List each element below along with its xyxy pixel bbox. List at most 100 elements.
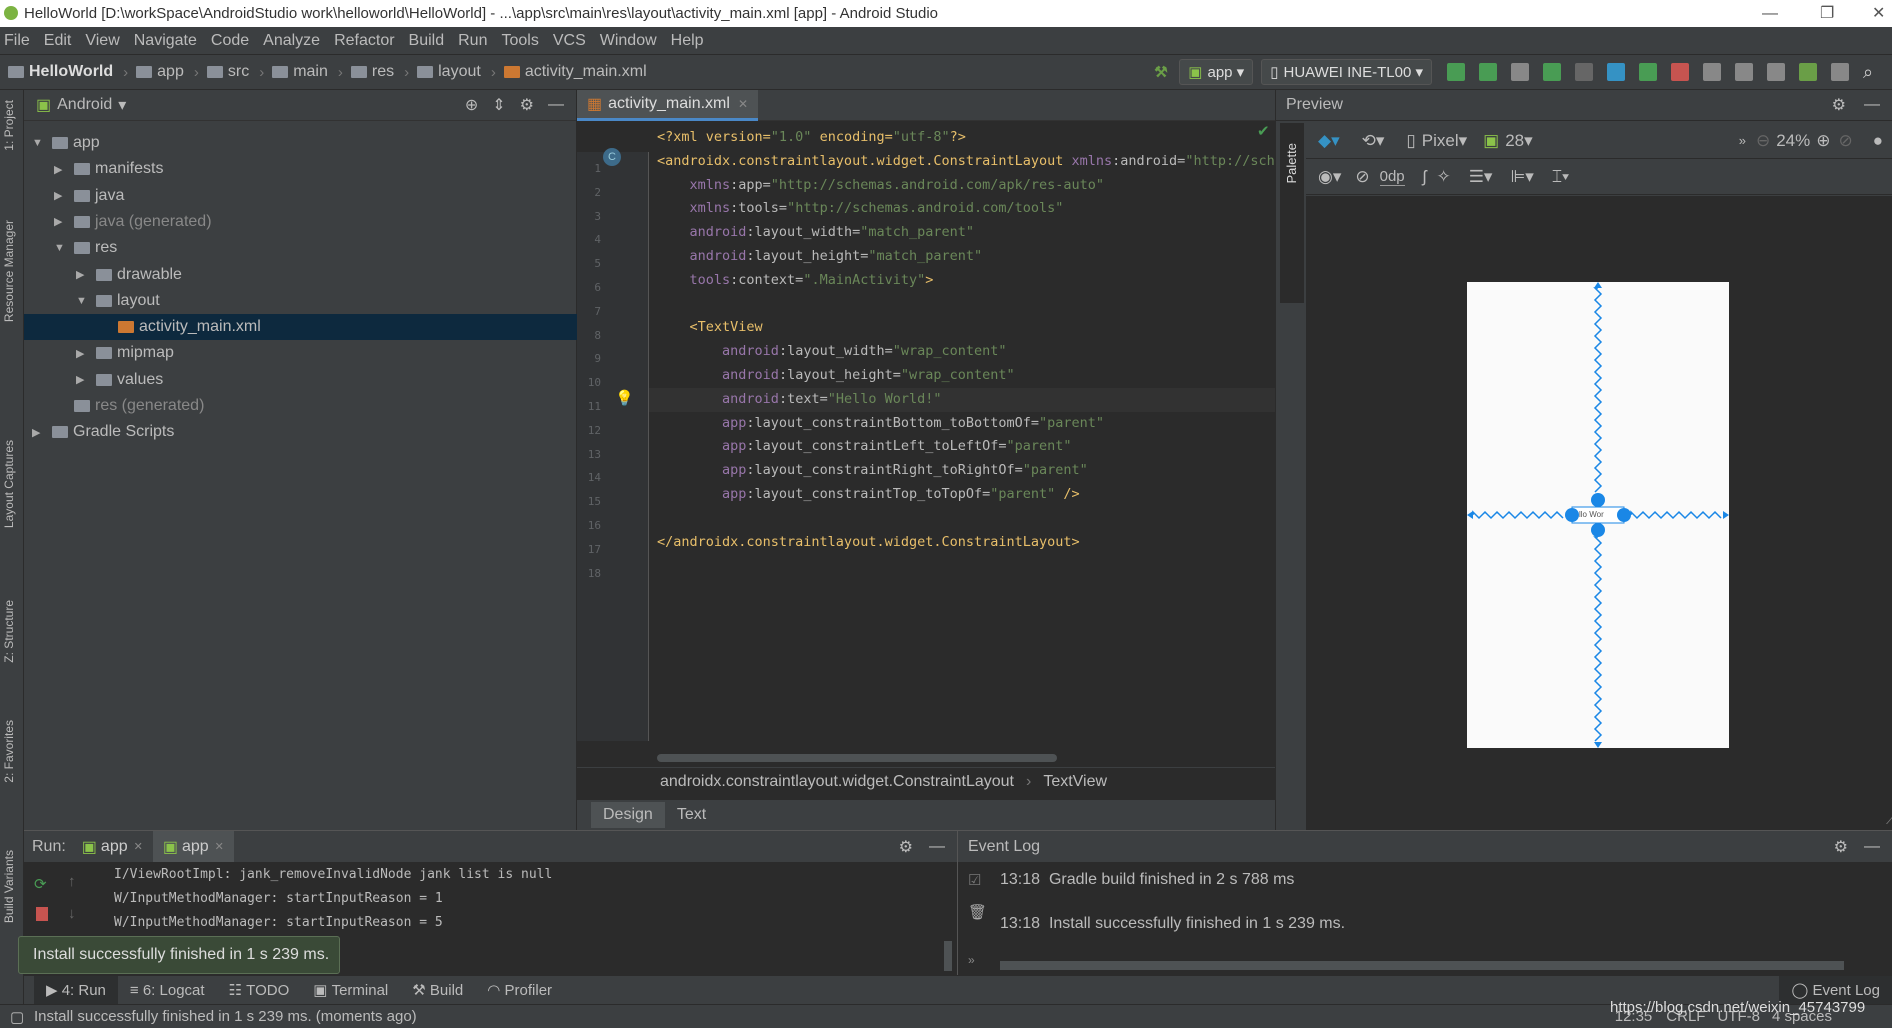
horizontal-scrollbar[interactable] <box>657 754 1057 762</box>
tool-window-todo[interactable]: ☷ TODO <box>217 976 302 1005</box>
pack-icon[interactable]: ☰▾ <box>1469 167 1493 187</box>
gear-icon[interactable]: ⚙ <box>520 95 534 115</box>
device-file-explorer-icon[interactable] <box>1831 63 1849 81</box>
design-canvas[interactable]: llo Wor ⟋ <box>1306 196 1892 830</box>
gear-icon[interactable]: ⚙ <box>1832 95 1846 115</box>
menu-window[interactable]: Window <box>600 32 657 50</box>
breadcrumb-textview[interactable]: TextView <box>1043 773 1107 791</box>
tree-item[interactable]: ▼ res <box>24 235 577 261</box>
run-tab-app-1[interactable]: ▣ app ✕ <box>72 831 153 862</box>
tree-item[interactable]: activity_main.xml <box>24 314 577 341</box>
rerun-icon[interactable]: ⟳ <box>34 875 47 893</box>
resize-handle-icon[interactable]: ⟋ <box>1886 811 1892 828</box>
design-surface-icon[interactable]: ◆▾ <box>1318 131 1340 151</box>
menu-help[interactable]: Help <box>671 32 704 50</box>
close-icon[interactable]: ✕ <box>134 840 143 853</box>
event-log-scrollbar[interactable] <box>1000 961 1844 970</box>
menu-refactor[interactable]: Refactor <box>334 32 394 50</box>
tree-item[interactable]: ▶ manifests <box>24 156 577 182</box>
toggle-tool-windows-icon[interactable]: ▢ <box>10 1008 24 1026</box>
gear-icon[interactable]: ⚙ <box>899 837 913 857</box>
more-icon[interactable]: » <box>1739 133 1746 148</box>
tree-item[interactable]: ▶ Gradle Scripts <box>24 419 577 445</box>
collapsed-arrow-icon[interactable]: ▶ <box>54 163 68 176</box>
profile-icon[interactable] <box>1575 63 1593 81</box>
tree-item[interactable]: ▶ java <box>24 183 577 209</box>
lightbulb-icon[interactable]: 💡 <box>615 389 634 407</box>
collapsed-arrow-icon[interactable]: ▶ <box>76 373 90 386</box>
orientation-icon[interactable]: ⟲▾ <box>1362 131 1385 151</box>
collapse-icon[interactable]: ⇕ <box>492 95 505 115</box>
profiler-icon[interactable] <box>1607 63 1625 81</box>
warnings-icon[interactable]: ● <box>1873 131 1883 151</box>
device-dropdown[interactable]: Pixel <box>1422 131 1459 151</box>
hide-icon[interactable]: — <box>548 96 564 114</box>
zoom-fit-icon[interactable]: ⊘ <box>1838 131 1852 151</box>
zoom-out-icon[interactable]: ⊖ <box>1756 131 1770 151</box>
stop-icon[interactable] <box>36 907 48 921</box>
structure-tool-button[interactable]: Z: Structure <box>2 600 16 663</box>
apply-changes-icon[interactable] <box>1447 63 1465 81</box>
code-editor[interactable]: 1 2 3 4 5 6 7 8 9 10 11 12 13 14 15 16 17 18 <?xml versio… <box>577 121 1275 741</box>
tree-item[interactable]: ▼ app <box>24 130 577 156</box>
avd-manager-icon[interactable] <box>1735 63 1753 81</box>
trash-icon[interactable]: 🗑 <box>968 903 987 921</box>
hammer-build-icon[interactable]: ⚒ <box>1154 63 1172 81</box>
tree-item[interactable]: ▶ java (generated) <box>24 209 577 235</box>
autoconnect-icon[interactable]: ⊘ <box>1355 167 1369 187</box>
menu-code[interactable]: Code <box>211 32 249 50</box>
mark-read-icon[interactable]: ☑ <box>968 871 981 889</box>
minimize-button[interactable]: — <box>1762 0 1778 27</box>
gear-icon[interactable]: ⚙ <box>1834 837 1848 857</box>
project-structure-icon[interactable] <box>1703 63 1721 81</box>
coverage-icon[interactable] <box>1511 63 1529 81</box>
up-arrow-icon[interactable]: ↑ <box>68 873 76 890</box>
hide-icon[interactable]: — <box>1864 96 1880 114</box>
expand-icon[interactable]: » <box>968 953 975 967</box>
menu-run[interactable]: Run <box>458 32 487 50</box>
hide-icon[interactable]: — <box>929 838 945 856</box>
notification-balloon[interactable]: Install successfully finished in 1 s 239… <box>18 936 340 974</box>
expanded-arrow-icon[interactable]: ▼ <box>76 295 90 307</box>
project-view-dropdown[interactable]: Android <box>57 96 112 114</box>
menu-vcs[interactable]: VCS <box>553 32 586 50</box>
collapsed-arrow-icon[interactable]: ▶ <box>32 426 46 439</box>
breadcrumb-item[interactable]: app <box>136 63 184 81</box>
close-button[interactable]: ✕ <box>1872 0 1885 27</box>
resource-manager-tool-button[interactable]: Resource Manager <box>2 220 16 322</box>
tab-design[interactable]: Design <box>591 802 665 828</box>
sync-gradle-icon[interactable] <box>1767 63 1785 81</box>
maximize-button[interactable]: ❐ <box>1820 0 1834 27</box>
locate-icon[interactable]: ⊕ <box>465 95 478 115</box>
breadcrumb-item[interactable]: res <box>350 63 394 81</box>
breadcrumb-item[interactable]: HelloWorld <box>8 63 113 81</box>
run-scrollbar[interactable] <box>944 941 952 971</box>
tool-window-build[interactable]: ⚒ Build <box>400 976 475 1005</box>
class-gutter-icon[interactable]: C <box>603 148 621 166</box>
debug-icon[interactable] <box>1543 63 1561 81</box>
down-arrow-icon[interactable]: ↓ <box>68 905 76 922</box>
align-icon[interactable]: ⊫▾ <box>1510 167 1533 187</box>
tree-item[interactable]: ▶ mipmap <box>24 340 577 366</box>
tab-activity-main-xml[interactable]: ▦ activity_main.xml ✕ <box>577 90 758 121</box>
breadcrumb-constraintlayout[interactable]: androidx.constraintlayout.widget.Constra… <box>660 773 1014 791</box>
tree-item[interactable]: ▶ drawable <box>24 262 577 288</box>
menu-file[interactable]: File <box>4 32 30 50</box>
menu-build[interactable]: Build <box>409 32 445 50</box>
hide-icon[interactable]: — <box>1864 838 1880 856</box>
textview-preview[interactable]: llo Wor <box>1579 510 1604 519</box>
breadcrumb-item[interactable]: src <box>206 63 249 81</box>
palette-tool-button[interactable]: Palette <box>1284 143 1299 183</box>
tree-item[interactable]: ▼ layout <box>24 288 577 314</box>
device-dropdown[interactable]: ▯ HUAWEI INE-TL00 ▾ <box>1261 59 1432 85</box>
menu-view[interactable]: View <box>85 32 119 50</box>
tab-text[interactable]: Text <box>665 802 718 828</box>
sdk-manager-icon[interactable] <box>1799 63 1817 81</box>
collapsed-arrow-icon[interactable]: ▶ <box>76 347 90 360</box>
build-variants-tool-button[interactable]: Build Variants <box>2 850 16 923</box>
zoom-in-icon[interactable]: ⊕ <box>1816 131 1830 151</box>
default-margin[interactable]: 0dp <box>1379 168 1405 186</box>
phone-blueprint[interactable]: llo Wor <box>1467 282 1729 748</box>
infer-constraints-icon[interactable]: ✧ <box>1436 167 1450 187</box>
expanded-arrow-icon[interactable]: ▼ <box>32 137 46 149</box>
